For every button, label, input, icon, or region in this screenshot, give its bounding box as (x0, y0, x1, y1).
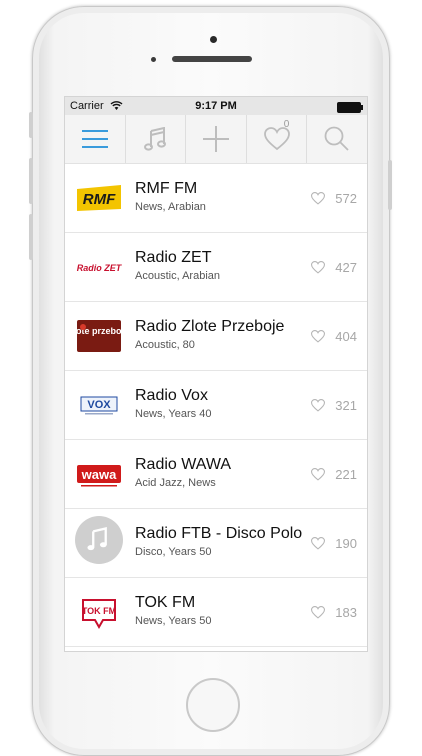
logo-text: TOK FM (82, 606, 116, 616)
mute-switch (29, 112, 33, 138)
status-bar: Carrier 9:17 PM (65, 97, 367, 115)
like-count: 404 (335, 329, 357, 344)
toolbar: 0 (65, 115, 367, 164)
volume-up-button (29, 158, 33, 204)
station-logo: Radio ZET (75, 247, 123, 287)
volume-down-button (29, 214, 33, 260)
station-genres: Acoustic, 80 (135, 339, 195, 351)
genres-button[interactable] (126, 115, 187, 163)
station-row[interactable]: VOX Radio Vox News, Years 40 321 (65, 371, 367, 440)
station-name: Radio Vox (135, 387, 208, 404)
power-button (388, 160, 392, 210)
favorites-button[interactable]: 0 (247, 115, 308, 163)
heart-outline-icon[interactable] (311, 399, 325, 412)
station-genres: Acoustic, Arabian (135, 270, 220, 282)
station-genres: Acid Jazz, News (135, 477, 216, 489)
home-button[interactable] (186, 678, 240, 732)
logo-text: Radio ZET (77, 263, 123, 273)
station-logo: TOK FM (75, 592, 123, 632)
menu-button[interactable] (65, 115, 126, 163)
station-name: TOK FM (135, 594, 196, 611)
heart-outline-icon[interactable] (311, 606, 325, 619)
like-count: 427 (335, 260, 357, 275)
like-count: 221 (335, 467, 357, 482)
proximity-sensor (151, 57, 156, 62)
station-row[interactable]: wawa Radio WAWA Acid Jazz, News 221 (65, 440, 367, 509)
favorites-count-badge: 0 (283, 119, 290, 130)
station-logo (75, 516, 123, 564)
clock: 9:17 PM (195, 100, 237, 112)
menu-icon (81, 130, 108, 148)
station-genres: News, Arabian (135, 201, 206, 213)
earpiece-speaker (172, 56, 252, 62)
screen: Carrier 9:17 PM 0 RMF RMF FM News, Arabi… (64, 96, 368, 652)
station-genres: Disco, Years 50 (135, 546, 212, 558)
station-name: Radio ZET (135, 249, 212, 266)
logo-text: VOX (87, 399, 111, 411)
station-genres: News, Years 40 (135, 408, 212, 420)
search-icon (324, 126, 349, 151)
station-name: Radio WAWA (135, 456, 232, 473)
like-count: 572 (335, 191, 357, 206)
search-button[interactable] (307, 115, 367, 163)
heart-outline-icon[interactable] (311, 192, 325, 205)
station-name: Radio FTB - Disco Polo (135, 525, 303, 542)
station-row[interactable]: RMF RMF FM News, Arabian 572 (65, 164, 367, 233)
station-row[interactable]: Radio FTB - Disco Polo Disco, Years 50 1… (65, 509, 367, 578)
music-note-icon (144, 127, 167, 151)
plus-icon (202, 126, 229, 152)
logo-text: wawa (81, 467, 117, 482)
station-genres: News, Years 50 (135, 615, 212, 627)
heart-outline-icon[interactable] (311, 468, 325, 481)
heart-outline-icon[interactable] (311, 537, 325, 550)
station-row[interactable]: TOK FM TOK FM News, Years 50 183 (65, 578, 367, 647)
heart-outline-icon[interactable] (311, 330, 325, 343)
station-list: RMF RMF FM News, Arabian 572 Radio ZET R… (65, 164, 367, 647)
add-button[interactable] (186, 115, 247, 163)
heart-outline-icon[interactable] (311, 261, 325, 274)
station-logo: złote przeboje (75, 316, 123, 356)
station-logo: RMF (75, 178, 123, 218)
station-name: RMF FM (135, 180, 198, 197)
logo-text: RMF (83, 191, 116, 208)
station-logo: wawa (75, 454, 123, 494)
like-count: 321 (335, 398, 357, 413)
heart-icon (263, 127, 290, 151)
battery-icon (337, 102, 363, 113)
station-name: Radio Zlote Przeboje (135, 318, 285, 335)
front-camera (210, 36, 217, 43)
like-count: 190 (335, 536, 357, 551)
station-logo: VOX (75, 385, 123, 425)
station-row[interactable]: złote przeboje Radio Zlote Przeboje Acou… (65, 302, 367, 371)
like-count: 183 (335, 605, 357, 620)
station-row[interactable]: Radio ZET Radio ZET Acoustic, Arabian 42… (65, 233, 367, 302)
